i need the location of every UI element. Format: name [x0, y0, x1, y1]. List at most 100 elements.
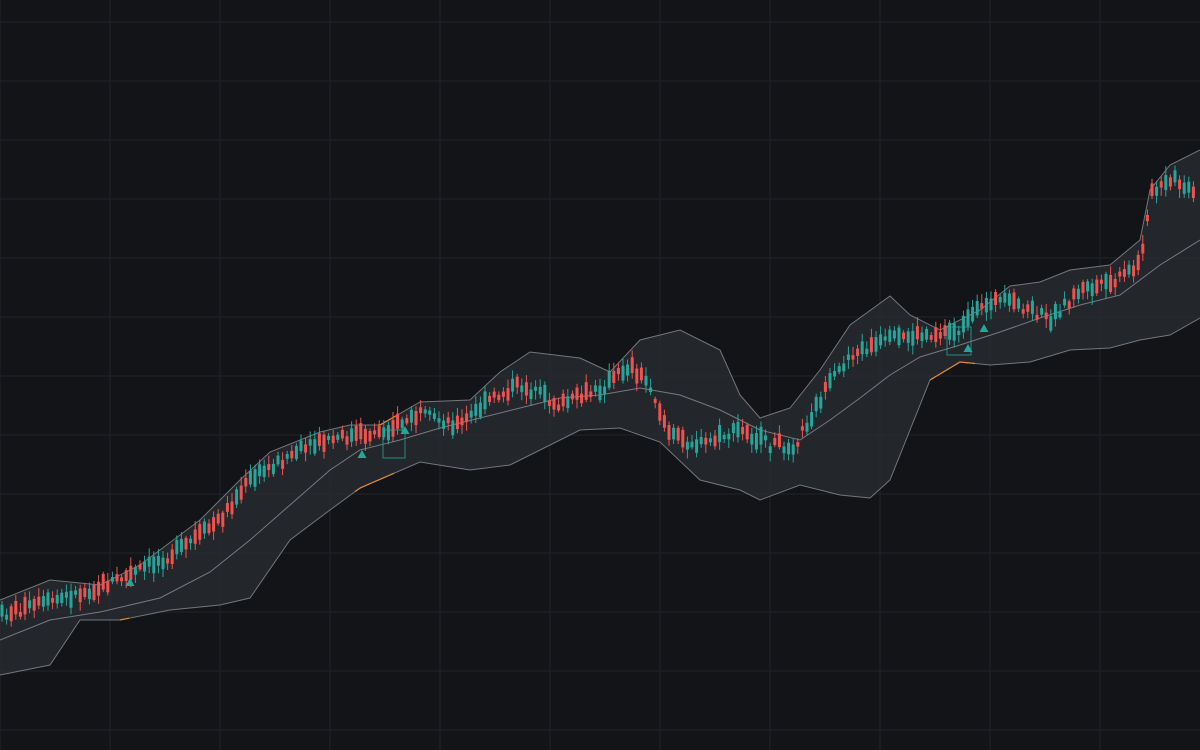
candle-body — [267, 464, 271, 471]
candle-body — [658, 403, 662, 421]
candle-body — [980, 303, 984, 309]
candle-body — [810, 412, 814, 427]
candle-body — [819, 396, 823, 409]
candle-body — [929, 335, 933, 340]
candle-body — [294, 445, 298, 460]
candle-body — [952, 323, 956, 341]
candle-body — [851, 355, 855, 360]
candle-body — [768, 446, 772, 453]
candle-body — [64, 591, 68, 598]
candle-body — [244, 477, 248, 487]
candle-body — [1113, 278, 1117, 288]
candle-body — [1145, 214, 1149, 222]
candle-body — [69, 590, 73, 608]
candle-body — [18, 611, 22, 617]
candle-body — [800, 426, 804, 431]
candle-body — [589, 391, 593, 398]
candle-body — [331, 435, 335, 444]
candle-body — [1017, 298, 1021, 309]
candle-body — [580, 393, 584, 404]
candle-body — [557, 404, 561, 411]
candle-body — [547, 400, 551, 406]
candle-body — [649, 387, 653, 393]
candle-body — [0, 604, 4, 617]
candle-body — [906, 331, 910, 343]
candle-body — [230, 501, 234, 515]
candle-body — [5, 614, 9, 620]
candle-body — [83, 587, 87, 597]
candle-body — [1058, 311, 1062, 318]
candle-body — [1132, 265, 1136, 277]
candle-body — [1187, 181, 1191, 193]
candle-body — [994, 291, 998, 306]
candle-body — [373, 430, 377, 435]
candle-body — [1178, 179, 1182, 190]
candle-body — [1099, 279, 1103, 284]
candle-body — [124, 570, 128, 581]
candle-body — [777, 433, 781, 448]
candle-body — [727, 433, 731, 440]
candle-body — [41, 596, 45, 607]
candle-body — [391, 420, 395, 437]
candle-body — [308, 439, 312, 446]
candle-body — [184, 537, 188, 550]
candle-body — [28, 600, 32, 609]
candle-body — [1012, 292, 1016, 310]
candle-body — [501, 391, 505, 397]
candle-body — [271, 463, 275, 475]
candle-body — [414, 410, 418, 426]
candle-body — [524, 382, 528, 396]
candle-body — [202, 521, 206, 534]
candle-body — [55, 594, 59, 604]
candle-body — [529, 389, 533, 400]
candle-body — [170, 549, 174, 564]
candle-body — [570, 393, 574, 400]
candle-body — [46, 592, 50, 606]
candle-body — [612, 370, 616, 383]
candle-body — [883, 336, 887, 341]
candle-body — [1021, 309, 1025, 314]
candle-body — [856, 348, 860, 356]
candle-body — [469, 410, 473, 418]
candle-body — [915, 326, 919, 340]
candle-body — [948, 322, 952, 340]
candle-body — [897, 327, 901, 346]
candle-body — [1150, 183, 1154, 196]
candle-body — [741, 426, 745, 435]
candle-body — [842, 363, 846, 372]
candle-body — [345, 436, 349, 445]
candle-body — [667, 425, 671, 440]
candle-body — [138, 564, 142, 570]
candle-body — [1182, 182, 1186, 194]
candle-body — [432, 413, 436, 419]
candle-body — [354, 425, 358, 441]
candle-body — [754, 433, 758, 450]
candle-body — [543, 384, 547, 402]
candle-body — [584, 382, 588, 400]
candle-body — [635, 368, 639, 384]
candle-body — [566, 396, 570, 409]
candle-body — [639, 367, 643, 381]
candle-body — [405, 418, 409, 424]
candle-body — [322, 434, 326, 452]
candle-body — [1007, 293, 1011, 306]
candle-body — [846, 354, 850, 360]
candle-body — [409, 409, 413, 423]
bollinger-band-fill — [0, 150, 1200, 675]
candle-body — [672, 427, 676, 440]
candle-body — [750, 433, 754, 445]
candle-body — [276, 455, 280, 465]
candle-body — [143, 561, 147, 572]
candle-body — [400, 419, 404, 429]
candle-body — [1003, 292, 1007, 303]
candle-body — [1159, 181, 1163, 188]
candle-body — [961, 315, 965, 333]
candle-body — [626, 364, 630, 376]
candle-body — [198, 524, 202, 540]
candle-body — [685, 441, 689, 450]
candle-body — [575, 387, 579, 400]
candle-body — [110, 577, 114, 582]
candle-body — [336, 434, 340, 440]
candle-body — [598, 385, 602, 401]
candle-body — [593, 385, 597, 392]
